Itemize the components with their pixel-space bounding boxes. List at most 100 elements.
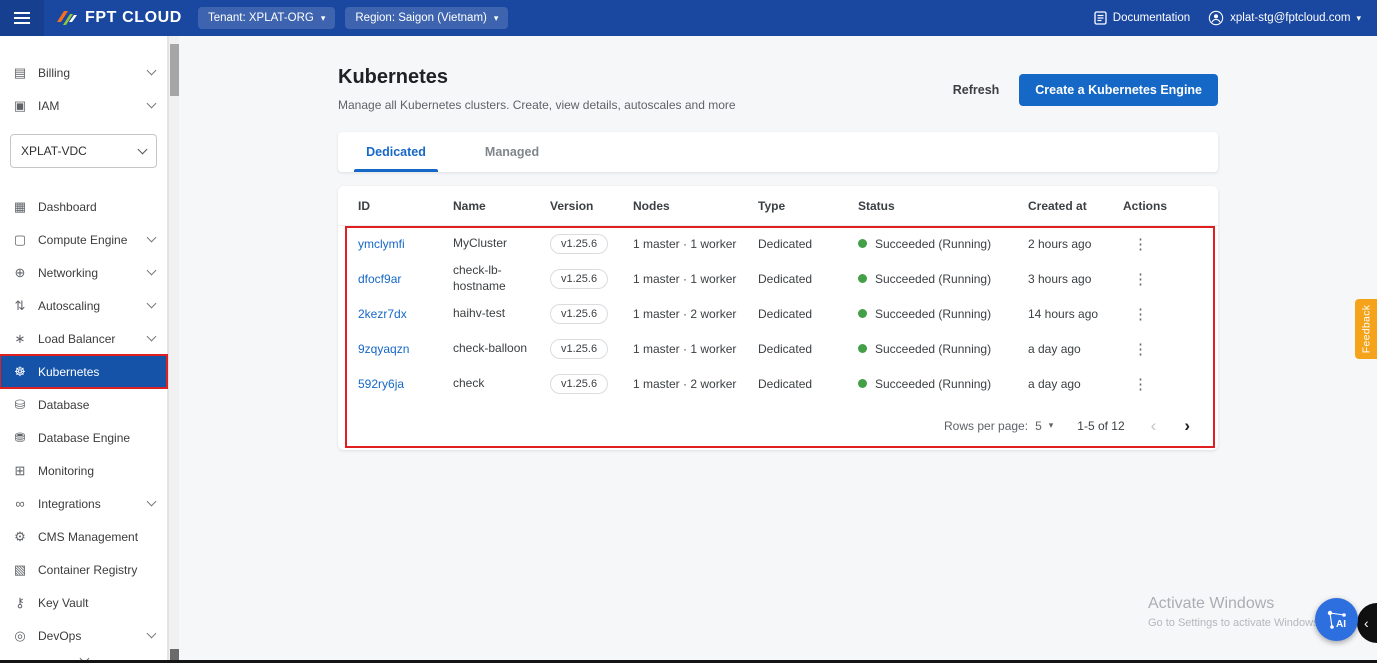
column-header-actions: Actions xyxy=(1123,199,1198,213)
sidebar-item-label: Autoscaling xyxy=(38,299,138,313)
chevron-down-icon xyxy=(147,299,157,309)
documentation-link[interactable]: Documentation xyxy=(1094,11,1190,25)
sidebar-item-label: Networking xyxy=(38,266,138,280)
chevron-down-icon: ▾ xyxy=(494,14,499,23)
monitoring-icon: ⊞ xyxy=(12,463,28,479)
billing-icon: ▤ xyxy=(12,65,28,81)
sidebar-item-billing[interactable]: ▤ Billing xyxy=(0,56,167,89)
cluster-id-link[interactable]: dfocf9ar xyxy=(358,272,453,286)
row-actions-kebab-icon[interactable]: ⋮ xyxy=(1123,235,1149,253)
status-text: Succeeded (Running) xyxy=(875,237,991,251)
feedback-tab[interactable]: Feedback xyxy=(1355,299,1377,359)
sidebar-item-label: DevOps xyxy=(38,629,138,643)
chevron-down-icon: ▾ xyxy=(321,14,326,23)
version-chip: v1.25.6 xyxy=(550,269,608,289)
cluster-type: Dedicated xyxy=(758,237,858,251)
status-dot xyxy=(858,379,867,388)
cluster-id-link[interactable]: 9zqyaqzn xyxy=(358,342,453,356)
cluster-nodes: 1 master · 1 worker xyxy=(633,272,758,286)
sidebar-item-key-vault[interactable]: ⚷ Key Vault xyxy=(0,586,167,619)
hamburger-menu-button[interactable] xyxy=(0,0,44,36)
chevron-down-icon: ▾ xyxy=(1356,14,1361,23)
tab-managed[interactable]: Managed xyxy=(454,132,570,172)
table-row: ymclymfi MyCluster v1.25.6 1 master · 1 … xyxy=(338,226,1218,261)
vdc-selected-value: XPLAT-VDC xyxy=(21,144,87,158)
ai-assistant-button[interactable]: AI xyxy=(1315,598,1358,641)
integrations-icon: ∞ xyxy=(12,496,28,511)
created-at: 14 hours ago xyxy=(1028,307,1123,321)
document-icon xyxy=(1094,11,1107,25)
region-selector[interactable]: Region: Saigon (Vietnam) ▾ xyxy=(345,7,508,29)
row-actions-kebab-icon[interactable]: ⋮ xyxy=(1123,340,1149,358)
vdc-selector[interactable]: XPLAT-VDC xyxy=(10,134,157,168)
sidebar-item-dashboard[interactable]: ▦ Dashboard xyxy=(0,190,167,223)
sidebar-scrollbar[interactable] xyxy=(168,36,179,663)
sidebar-item-autoscaling[interactable]: ⇅ Autoscaling xyxy=(0,289,167,322)
sidebar-item-monitoring[interactable]: ⊞ Monitoring xyxy=(0,454,167,487)
networking-icon: ⊕ xyxy=(12,265,28,281)
column-header-nodes: Nodes xyxy=(633,199,758,213)
row-actions-kebab-icon[interactable]: ⋮ xyxy=(1123,305,1149,323)
row-actions-kebab-icon[interactable]: ⋮ xyxy=(1123,270,1149,288)
account-menu[interactable]: xplat-stg@fptcloud.com ▾ xyxy=(1208,10,1361,26)
sidebar-item-kubernetes[interactable]: ☸ Kubernetes xyxy=(0,355,167,388)
sidebar-item-container-registry[interactable]: ▧ Container Registry xyxy=(0,553,167,586)
brand-text: FPT CLOUD xyxy=(85,9,182,27)
sidebar-item-cms-management[interactable]: ⚙ CMS Management xyxy=(0,520,167,553)
sidebar-item-label: Monitoring xyxy=(38,464,155,478)
ai-assistant-icon: AI xyxy=(1324,607,1350,633)
rows-per-page-label: Rows per page: xyxy=(944,419,1028,433)
chevron-down-icon xyxy=(147,497,157,507)
cluster-type: Dedicated xyxy=(758,272,858,286)
next-page-button[interactable]: › xyxy=(1182,417,1192,434)
page-header: Kubernetes Manage all Kubernetes cluster… xyxy=(338,66,1218,112)
column-header-status: Status xyxy=(858,199,1028,213)
fpt-logo-icon xyxy=(56,9,78,27)
scrollbar-thumb[interactable] xyxy=(170,44,179,96)
sidebar-item-compute-engine[interactable]: ▢ Compute Engine xyxy=(0,223,167,256)
created-at: 3 hours ago xyxy=(1028,272,1123,286)
column-header-type: Type xyxy=(758,199,858,213)
avatar-icon xyxy=(1208,10,1224,26)
windows-activation-watermark: Activate Windows Go to Settings to activ… xyxy=(1148,595,1319,629)
sidebar-item-iam[interactable]: ▣ IAM xyxy=(0,89,167,122)
feedback-label: Feedback xyxy=(1360,305,1372,354)
cluster-id-link[interactable]: 592ry6ja xyxy=(358,377,453,391)
watermark-subtitle: Go to Settings to activate Windows xyxy=(1148,617,1319,629)
cluster-id-link[interactable]: 2kezr7dx xyxy=(358,307,453,321)
cluster-name: MyCluster xyxy=(453,236,550,252)
main-area: Kubernetes Manage all Kubernetes cluster… xyxy=(179,36,1377,663)
iam-icon: ▣ xyxy=(12,98,28,114)
autoscaling-icon: ⇅ xyxy=(12,298,28,314)
status-text: Succeeded (Running) xyxy=(875,342,991,356)
column-header-name: Name xyxy=(453,199,550,213)
header-actions: Refresh Create a Kubernetes Engine xyxy=(953,74,1218,106)
sidebar-item-load-balancer[interactable]: ∗ Load Balancer xyxy=(0,322,167,355)
sidebar-item-label: Integrations xyxy=(38,497,138,511)
previous-page-button[interactable]: ‹ xyxy=(1149,417,1159,434)
create-kubernetes-engine-button[interactable]: Create a Kubernetes Engine xyxy=(1019,74,1218,106)
tab-dedicated[interactable]: Dedicated xyxy=(338,132,454,172)
cluster-name: check-balloon xyxy=(453,341,550,357)
tenant-selector[interactable]: Tenant: XPLAT-ORG ▾ xyxy=(198,7,335,29)
sidebar-item-networking[interactable]: ⊕ Networking xyxy=(0,256,167,289)
sidebar-item-integrations[interactable]: ∞ Integrations xyxy=(0,487,167,520)
compute-engine-icon: ▢ xyxy=(12,232,28,248)
sidebar-item-label: Dashboard xyxy=(38,200,155,214)
table-row: 9zqyaqzn check-balloon v1.25.6 1 master … xyxy=(338,331,1218,366)
brand-logo[interactable]: FPT CLOUD xyxy=(56,9,182,27)
sidebar-item-label: Database Engine xyxy=(38,431,155,445)
pagination-range: 1-5 of 12 xyxy=(1077,419,1124,433)
hamburger-icon xyxy=(14,17,30,19)
cluster-id-link[interactable]: ymclymfi xyxy=(358,237,453,251)
cluster-nodes: 1 master · 2 worker xyxy=(633,377,758,391)
refresh-button[interactable]: Refresh xyxy=(953,83,1000,97)
chevron-down-icon xyxy=(138,144,148,154)
rows-per-page-value: 5 xyxy=(1035,419,1042,433)
sidebar-item-database[interactable]: ⛁ Database xyxy=(0,388,167,421)
row-actions-kebab-icon[interactable]: ⋮ xyxy=(1123,375,1149,393)
sidebar-item-database-engine[interactable]: ⛃ Database Engine xyxy=(0,421,167,454)
topbar-right: Documentation xplat-stg@fptcloud.com ▾ xyxy=(1094,10,1377,26)
rows-per-page-selector[interactable]: Rows per page: 5 ▾ xyxy=(944,419,1053,433)
sidebar-item-devops[interactable]: ◎ DevOps xyxy=(0,619,167,652)
